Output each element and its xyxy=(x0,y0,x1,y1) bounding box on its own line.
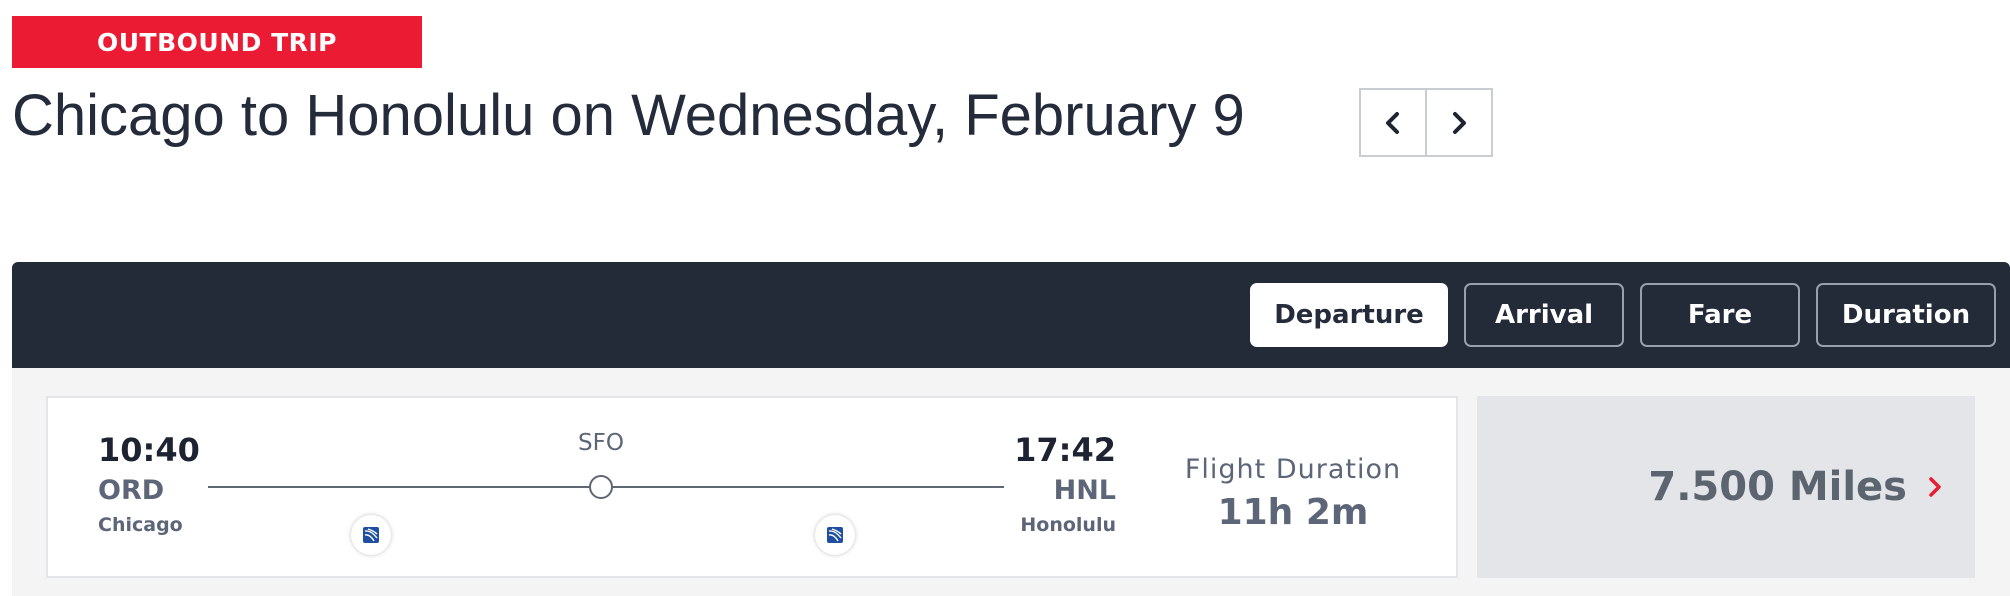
stopover-airport-code: SFO xyxy=(578,430,624,456)
sort-duration-button[interactable]: Duration xyxy=(1816,283,1996,347)
departure-airport-code: ORD xyxy=(98,475,165,506)
sort-bar: Departure Arrival Fare Duration xyxy=(12,262,2010,368)
page: OUTBOUND TRIP Chicago to Honolulu on Wed… xyxy=(0,0,2010,596)
flight-duration-label: Flight Duration xyxy=(1184,454,1402,485)
flight-duration: Flight Duration 11h 2m xyxy=(1178,452,1408,538)
flight-results-panel: Departure Arrival Fare Duration 10:40 OR… xyxy=(12,262,2010,596)
trip-badge: OUTBOUND TRIP xyxy=(12,16,422,68)
departure-time: 10:40 xyxy=(98,431,200,469)
sort-arrival-button[interactable]: Arrival xyxy=(1464,283,1624,347)
fare-select-button[interactable]: 7.500 Miles xyxy=(1477,396,1975,578)
arrival-time: 17:42 xyxy=(1014,431,1116,469)
chevron-left-icon xyxy=(1386,111,1399,134)
stopover-marker xyxy=(589,475,613,499)
next-day-button[interactable] xyxy=(1425,90,1491,155)
previous-day-button[interactable] xyxy=(1361,90,1425,155)
airline-logo-icon xyxy=(815,515,855,555)
fare-miles: 7.500 Miles xyxy=(1648,464,1907,510)
sort-fare-button[interactable]: Fare xyxy=(1640,283,1800,347)
chevron-right-icon xyxy=(1453,111,1466,134)
flight-card[interactable]: 10:40 ORD Chicago SFO 17:42 HNL Honolulu… xyxy=(46,396,1458,578)
page-title: Chicago to Honolulu on Wednesday, Februa… xyxy=(12,83,1245,148)
sort-departure-button[interactable]: Departure xyxy=(1250,283,1448,347)
departure-city: Chicago xyxy=(98,514,183,536)
airline-logo-icon xyxy=(351,515,391,555)
flight-duration-value: 11h 2m xyxy=(1217,492,1369,533)
arrival-info: 17:42 HNL Honolulu xyxy=(1014,430,1116,538)
departure-info: 10:40 ORD Chicago xyxy=(98,430,200,538)
arrival-city: Honolulu xyxy=(1020,514,1116,536)
chevron-right-icon xyxy=(1927,475,1943,499)
arrival-airport-code: HNL xyxy=(1053,475,1116,506)
date-navigation xyxy=(1359,88,1493,157)
